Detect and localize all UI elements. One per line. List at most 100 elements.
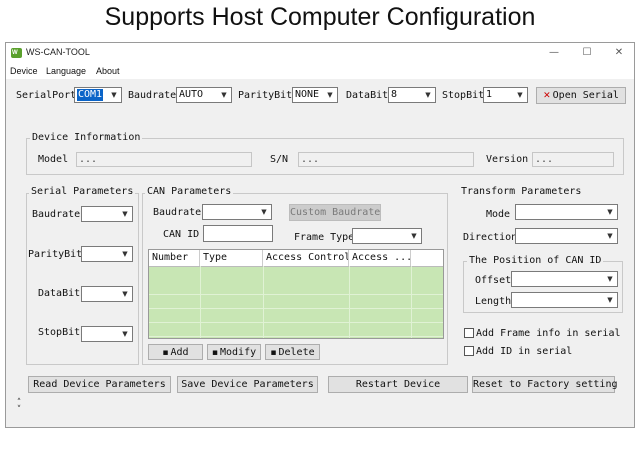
menu-device[interactable]: Device xyxy=(10,66,38,76)
offset-select[interactable]: ▼ xyxy=(511,271,618,287)
can-baudrate-label: Baudrate xyxy=(153,207,202,218)
table-header: Number Type Access Control Access ... xyxy=(149,250,443,267)
sp-baudrate-label: Baudrate xyxy=(32,209,81,220)
frame-type-select[interactable]: ▼ xyxy=(352,228,422,244)
paritybit-select[interactable]: NONE ▼ xyxy=(292,87,338,103)
menu-about[interactable]: About xyxy=(96,66,120,76)
menu-language[interactable]: Language xyxy=(46,66,86,76)
stopbit-label: StopBit xyxy=(442,90,485,101)
table-row xyxy=(149,280,443,295)
baudrate-label: Baudrate xyxy=(128,90,177,101)
chevron-down-icon: ▼ xyxy=(122,210,128,218)
can-filter-table[interactable]: Number Type Access Control Access ... xyxy=(148,249,444,339)
col-access-control[interactable]: Access Control xyxy=(263,250,349,266)
table-row xyxy=(149,294,443,309)
paritybit-label: ParityBit xyxy=(238,90,293,101)
databit-select[interactable]: 8 ▼ xyxy=(388,87,436,103)
direction-select[interactable]: ▼ xyxy=(515,228,618,244)
chevron-down-icon: ▼ xyxy=(411,232,417,240)
sp-databit-label: DataBit xyxy=(38,288,81,299)
modify-label: Modify xyxy=(219,347,257,358)
table-row xyxy=(149,322,443,337)
canid-label: CAN ID xyxy=(163,229,200,240)
direction-label: Direction xyxy=(463,232,518,243)
serialport-select[interactable]: COM1 ▼ xyxy=(74,87,122,103)
add-id-checkbox[interactable] xyxy=(464,346,474,356)
model-label: Model xyxy=(38,154,69,165)
chevron-down-icon: ▼ xyxy=(221,91,227,99)
stopbit-select[interactable]: 1 ▼ xyxy=(483,87,528,103)
chevron-down-icon: ▼ xyxy=(327,91,333,99)
col-access[interactable]: Access ... xyxy=(349,250,411,266)
length-select[interactable]: ▼ xyxy=(511,292,618,308)
chevron-down-icon: ▼ xyxy=(111,91,117,99)
mode-label: Mode xyxy=(486,209,511,220)
modify-button[interactable]: ▪ Modify xyxy=(207,344,261,360)
restart-device-button[interactable]: Restart Device xyxy=(328,376,468,393)
canid-position-title: The Position of CAN ID xyxy=(467,255,604,267)
canid-input[interactable] xyxy=(203,225,273,242)
add-icon: ▪ xyxy=(162,348,169,358)
mode-select[interactable]: ▼ xyxy=(515,204,618,220)
read-device-params-button[interactable]: Read Device Parameters xyxy=(28,376,171,393)
col-number[interactable]: Number xyxy=(149,250,200,266)
delete-icon: ▪ xyxy=(270,348,277,358)
add-frame-checkbox[interactable] xyxy=(464,328,474,338)
table-row xyxy=(149,308,443,323)
window-title: WS-CAN-TOOL xyxy=(26,47,90,57)
sp-databit-select[interactable]: ▼ xyxy=(81,286,133,302)
version-field: ... xyxy=(532,152,614,167)
title-bar: W WS-CAN-TOOL — ☐ ✕ xyxy=(6,43,634,63)
chevron-down-icon: ▼ xyxy=(122,250,128,258)
chevron-down-icon: ▼ xyxy=(607,275,613,283)
open-serial-button[interactable]: ✕ Open Serial xyxy=(536,87,626,104)
length-label: Length xyxy=(475,296,512,307)
page-caption: Supports Host Computer Configuration xyxy=(104,3,536,31)
chevron-down-icon: ▼ xyxy=(122,290,128,298)
col-type[interactable]: Type xyxy=(200,250,263,266)
add-frame-label: Add Frame info in serial xyxy=(476,328,621,339)
open-serial-label: Open Serial xyxy=(552,90,619,101)
add-button[interactable]: ▪ Add xyxy=(148,344,203,360)
serial-params-title: Serial Parameters xyxy=(29,186,136,198)
close-icon[interactable]: ✕ xyxy=(609,45,629,61)
sp-stopbit-label: StopBit xyxy=(38,327,81,338)
save-device-params-button[interactable]: Save Device Parameters xyxy=(177,376,318,393)
app-window: W WS-CAN-TOOL — ☐ ✕ Device Language Abou… xyxy=(5,42,635,428)
delete-label: Delete xyxy=(278,347,315,358)
frame-type-label: Frame Type xyxy=(294,232,355,243)
model-field: ... xyxy=(76,152,252,167)
add-id-label: Add ID in serial xyxy=(476,346,573,357)
chevron-down-icon: ▼ xyxy=(607,208,613,216)
menu-bar: Device Language About xyxy=(6,63,634,79)
up-down-arrows-icon[interactable]: ˄ ˅ xyxy=(14,399,24,416)
chevron-down-icon: ▼ xyxy=(607,296,613,304)
chevron-down-icon: ▼ xyxy=(425,91,431,99)
chevron-down-icon: ▼ xyxy=(261,208,267,216)
chevron-down-icon: ▼ xyxy=(517,91,523,99)
sp-baudrate-select[interactable]: ▼ xyxy=(81,206,133,222)
sn-field: ... xyxy=(298,152,474,167)
close-x-icon: ✕ xyxy=(543,91,551,101)
can-baudrate-select[interactable]: ▼ xyxy=(202,204,272,220)
transform-title: Transform Parameters xyxy=(461,186,582,197)
delete-button[interactable]: ▪ Delete xyxy=(265,344,320,360)
version-label: Version xyxy=(486,154,529,165)
custom-baudrate-button[interactable]: Custom Baudrate xyxy=(289,204,381,221)
chevron-down-icon: ▼ xyxy=(122,330,128,338)
modify-icon: ▪ xyxy=(211,348,218,358)
sn-label: S/N xyxy=(270,154,289,165)
serialport-label: SerialPort xyxy=(16,90,77,101)
baudrate-select[interactable]: AUTO ▼ xyxy=(176,87,232,103)
chevron-down-icon: ▼ xyxy=(607,232,613,240)
sp-paritybit-select[interactable]: ▼ xyxy=(81,246,133,262)
offset-label: Offset xyxy=(475,275,512,286)
databit-label: DataBit xyxy=(346,90,389,101)
maximize-icon[interactable]: ☐ xyxy=(577,45,597,61)
add-label: Add xyxy=(170,347,189,358)
sp-paritybit-label: ParityBit xyxy=(28,249,83,260)
can-params-title: CAN Parameters xyxy=(145,186,234,198)
minimize-icon[interactable]: — xyxy=(544,45,564,61)
reset-factory-button[interactable]: Reset to Factory setting xyxy=(472,376,618,393)
sp-stopbit-select[interactable]: ▼ xyxy=(81,326,133,342)
